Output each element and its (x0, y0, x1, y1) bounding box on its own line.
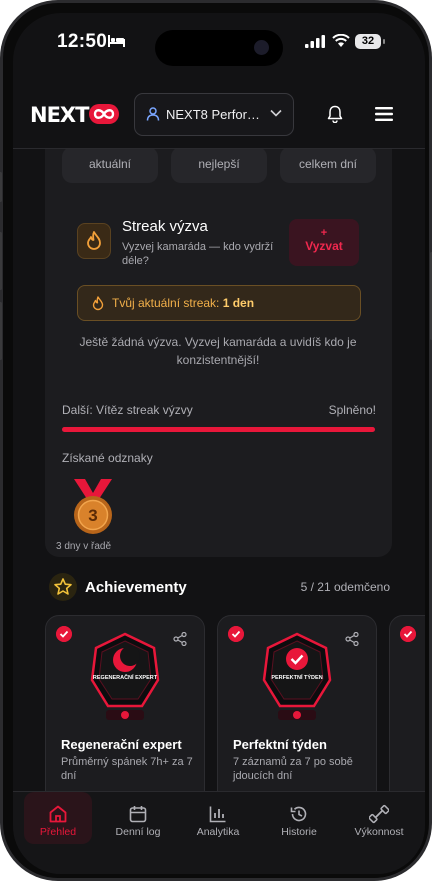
check-icon (228, 626, 244, 642)
streak-card: aktuální nejlepší celkem dní Streak výzv… (45, 123, 392, 557)
calendar-icon (129, 806, 147, 823)
moon-badge-icon: REGENERAČNÍ EXPERT (90, 632, 160, 720)
wifi-icon (332, 34, 350, 47)
nav-overview[interactable]: Přehled (18, 792, 98, 852)
empty-challenge-message: Ještě žádná výzva. Vyzvej kamaráda a uvi… (79, 335, 357, 367)
checkmark-badge-icon: PERFEKTNÍ TÝDEN (262, 632, 332, 720)
volume-down-button (0, 302, 2, 360)
nav-analytics[interactable]: Analytika (178, 792, 258, 852)
share-icon[interactable] (173, 632, 187, 646)
app-header: NEXT NEXT8 Perfor… (13, 75, 425, 149)
plus-icon: + (320, 227, 328, 239)
infinity-logo-icon (89, 104, 120, 124)
check-icon (56, 626, 72, 642)
history-icon (290, 806, 307, 822)
home-icon (49, 805, 67, 823)
badge-caption: REGENERAČNÍ EXPERT (93, 673, 158, 681)
current-streak-value: 1 den (222, 296, 255, 310)
share-icon[interactable] (345, 632, 359, 646)
status-bar: 12:50 32 (13, 13, 425, 69)
nav-label: Výkonnost (354, 826, 404, 838)
menu-icon[interactable] (375, 107, 393, 121)
battery-tip (383, 39, 385, 44)
nav-label: Analytika (196, 826, 240, 838)
signal-icon (305, 35, 325, 48)
achievements-count: 5 / 21 odemčeno (300, 580, 390, 594)
nav-label: Historie (281, 826, 317, 838)
nav-label: Přehled (39, 826, 77, 838)
profile-selector-label: NEXT8 Perfor… (166, 107, 260, 122)
badge-caption: PERFEKTNÍ TÝDEN (271, 673, 322, 681)
achievement-description: Průměrný spánek 7h+ za 7 dní (61, 756, 193, 782)
streak-title: Streak výzva (122, 218, 208, 235)
goal-status: Splněno! (328, 403, 376, 417)
user-icon (146, 107, 160, 121)
goal-progress-bar (62, 427, 375, 432)
profile-selector[interactable]: NEXT8 Perfor… (134, 93, 294, 136)
badges-label: Získané odznaky (62, 451, 153, 465)
phone-bezel: 12:50 32 aktuální nejlepší celkem dní St… (3, 3, 429, 878)
achievement-card[interactable]: PERFEKTNÍ TÝDEN Perfektní týden 7 záznam… (217, 615, 377, 807)
streak-description: Vyzvej kamaráda — kdo vydrží déle? (122, 241, 274, 267)
stat-best: nejlepší (171, 147, 267, 183)
app-logo: NEXT (30, 102, 120, 127)
current-streak-banner: Tvůj aktuální streak: 1 den (77, 285, 361, 321)
status-time: 12:50 (57, 31, 108, 52)
bar-chart-icon (209, 806, 226, 823)
dumbbell-icon (369, 804, 389, 824)
flame-icon (77, 223, 111, 259)
current-streak-text: Tvůj aktuální streak: 1 den (112, 296, 255, 310)
challenge-label: Vyzvat (305, 239, 343, 253)
achievement-card-partial[interactable] (389, 615, 425, 807)
dynamic-island (155, 30, 283, 66)
phone-frame: 12:50 32 aktuální nejlepší celkem dní St… (0, 0, 432, 881)
check-icon (400, 626, 416, 642)
stat-current: aktuální (62, 147, 158, 183)
achievement-name: Regenerační expert (61, 737, 182, 752)
bottom-navigation: Přehled Denní log Analytika Historie Výk… (13, 791, 425, 874)
medal-number: 3 (88, 506, 97, 525)
achievements-title: Achievementy (85, 579, 187, 596)
chevron-down-icon (270, 109, 282, 117)
achievement-name: Perfektní týden (233, 737, 327, 752)
nav-history[interactable]: Historie (259, 792, 339, 852)
achievement-card[interactable]: REGENERAČNÍ EXPERT Regenerační expert Pr… (45, 615, 205, 807)
screen: 12:50 32 aktuální nejlepší celkem dní St… (13, 13, 425, 874)
nav-daily-log[interactable]: Denní log (98, 792, 178, 852)
nav-performance[interactable]: Výkonnost (339, 792, 419, 852)
battery-indicator: 32 (355, 34, 381, 49)
achievement-description: 7 záznamů za 7 po sobě jdoucích dní (233, 756, 353, 782)
stat-total: celkem dní (280, 147, 376, 183)
badge-label: 3 dny v řadě (56, 541, 112, 552)
next-goal-label: Další: Vítěz streak výzvy (62, 403, 193, 417)
goal-progress-fill (62, 427, 375, 432)
medal-icon[interactable]: 3 (70, 479, 116, 537)
bell-icon[interactable] (327, 105, 343, 123)
star-icon (49, 573, 77, 601)
nav-label: Denní log (115, 826, 161, 838)
camera (254, 40, 269, 55)
achievements-header: Achievementy 5 / 21 odemčeno (13, 573, 425, 605)
sleep-icon (108, 35, 125, 47)
volume-up-button (0, 232, 2, 290)
challenge-button[interactable]: + Vyzvat (289, 219, 359, 266)
action-button (0, 172, 2, 202)
flame-icon (92, 296, 104, 311)
